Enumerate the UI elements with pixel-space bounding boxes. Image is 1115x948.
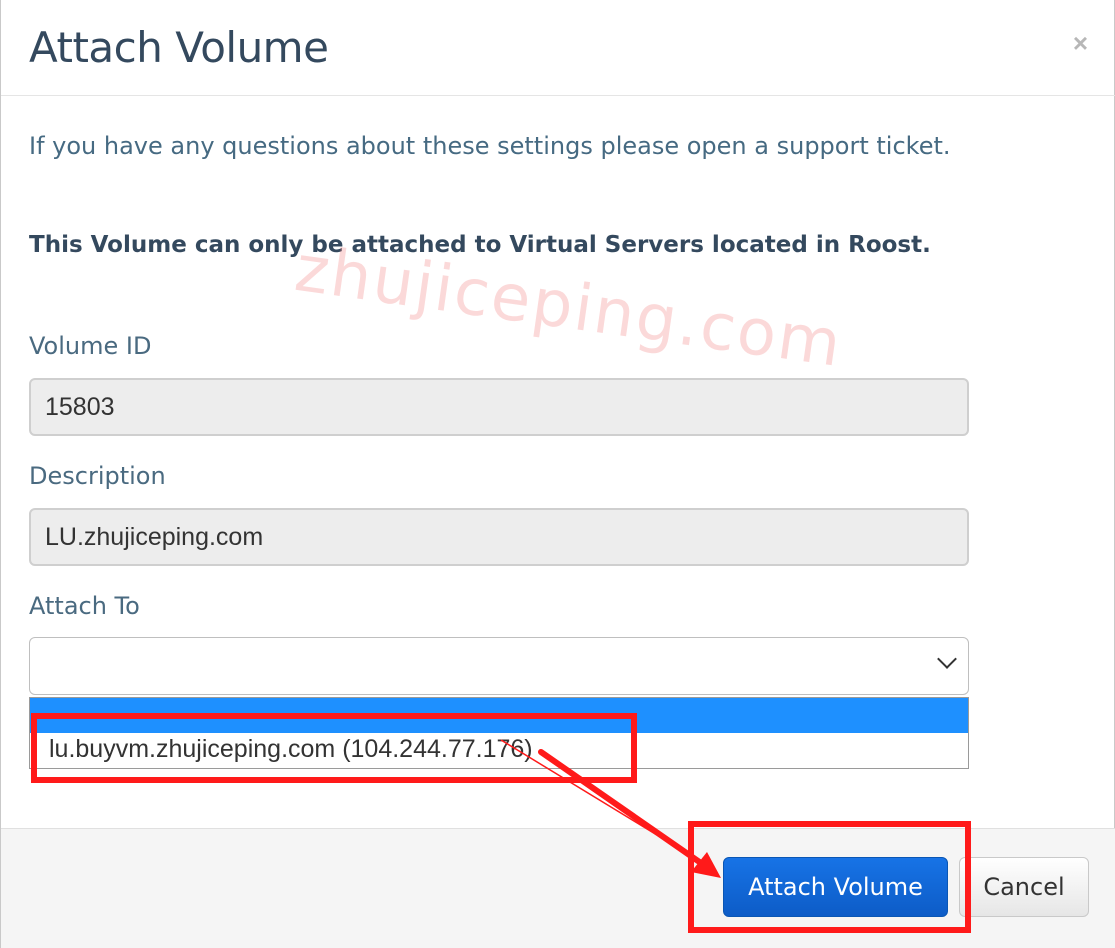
attach-volume-dialog: Attach Volume × If you have any question… (0, 0, 1115, 948)
volume-id-label: Volume ID (29, 332, 152, 360)
dialog-header: Attach Volume × (1, 0, 1115, 96)
location-notice: This Volume can only be attached to Virt… (29, 232, 931, 258)
description-field: LU.zhujiceping.com (29, 508, 969, 566)
chevron-down-icon (937, 649, 957, 669)
attach-to-label: Attach To (29, 592, 140, 620)
description-label: Description (29, 462, 166, 490)
intro-text: If you have any questions about these se… (29, 132, 951, 160)
cancel-button[interactable]: Cancel (959, 857, 1089, 917)
dialog-title: Attach Volume (29, 23, 329, 72)
close-icon[interactable]: × (1073, 28, 1088, 59)
attach-to-dropdown-list: lu.buyvm.zhujiceping.com (104.244.77.176… (29, 697, 969, 769)
attach-volume-button[interactable]: Attach Volume (723, 857, 948, 917)
dropdown-option-server[interactable]: lu.buyvm.zhujiceping.com (104.244.77.176… (30, 733, 968, 768)
attach-to-select[interactable] (29, 637, 969, 695)
volume-id-field: 15803 (29, 378, 969, 436)
dropdown-option-empty[interactable] (30, 698, 968, 733)
